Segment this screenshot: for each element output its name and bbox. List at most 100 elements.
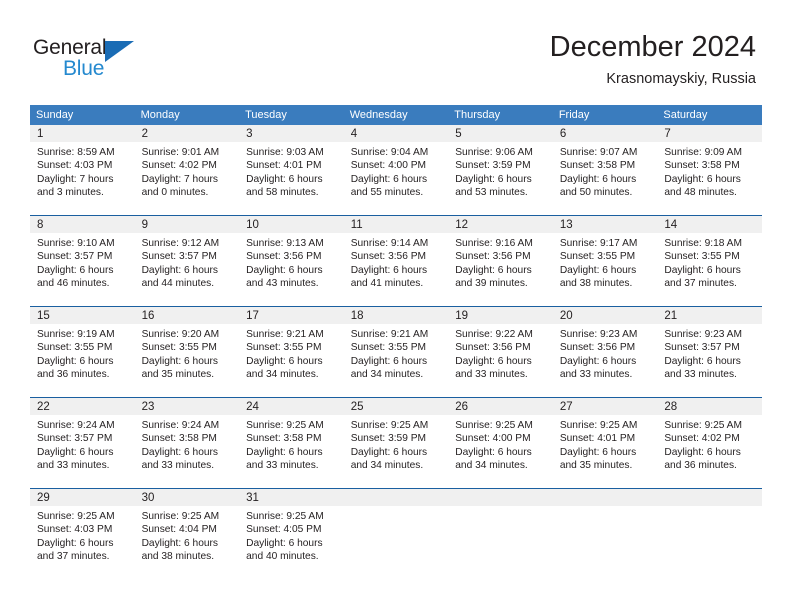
calendar-header-row: Sunday Monday Tuesday Wednesday Thursday Frid… <box>30 105 762 125</box>
weekday-header-sunday: Sunday <box>30 105 135 125</box>
sunrise-text: Sunrise: 9:19 AM <box>37 329 115 340</box>
day-number: 4 <box>343 125 449 142</box>
day-cell[interactable]: 7 Sunrise: 9:09 AM Sunset: 3:58 PM Daylight… <box>657 125 762 216</box>
logo-text-blue: Blue <box>63 57 105 80</box>
day-number: 22 <box>30 398 135 415</box>
sunset-text: Sunset: 4:00 PM <box>455 433 531 445</box>
sunset-text: Sunset: 3:56 PM <box>350 251 427 263</box>
daylight-text-line2: and 53 minutes. <box>455 187 528 199</box>
day-cell[interactable]: 1 Sunrise: 8:59 AM Sunset: 4:03 PM Daylight… <box>30 125 135 216</box>
day-number: 28 <box>657 398 762 415</box>
sunrise-text: Sunrise: 9:12 AM <box>141 238 220 249</box>
day-cell[interactable]: 8 Sunrise: 9:10 AM Sunset: 3:57 PM Daylight… <box>30 215 135 307</box>
daylight-text-line2: and 34 minutes. <box>350 369 424 381</box>
general-blue-logo[interactable]: General Blue <box>33 36 233 88</box>
day-cell[interactable]: 2 Sunrise: 9:01 AM Sunset: 4:02 PM Daylight… <box>134 125 240 216</box>
day-cell[interactable]: 18 Sunrise: 9:21 AM Sunset: 3:55 PM Dayligh… <box>343 306 449 398</box>
day-cell[interactable]: 10 Sunrise: 9:13 AM Sunset: 3:56 PM Dayligh… <box>239 215 344 307</box>
day-details: Sunrise: 9:25 AM Sunset: 4:03 PM Daylight:… <box>30 506 135 564</box>
calendar-week-row: 1 Sunrise: 8:59 AM Sunset: 4:03 PM Daylight… <box>30 125 762 216</box>
daylight-text-line2: and 40 minutes. <box>246 551 319 563</box>
day-details: Sunrise: 9:20 AM Sunset: 3:55 PM Daylight:… <box>135 324 240 382</box>
day-details: Sunrise: 9:25 AM Sunset: 4:00 PM Daylight:… <box>448 415 553 473</box>
day-cell[interactable]: 11 Sunrise: 9:14 AM Sunset: 3:56 PM Dayligh… <box>343 215 449 307</box>
day-details: Sunrise: 9:07 AM Sunset: 3:58 PM Daylight:… <box>553 142 658 200</box>
day-cell[interactable]: 29 Sunrise: 9:25 AM Sunset: 4:03 PM Dayligh… <box>30 488 135 579</box>
day-cell[interactable]: 5 Sunrise: 9:06 AM Sunset: 3:59 PM Daylight… <box>448 125 553 216</box>
day-cell[interactable]: 26 Sunrise: 9:25 AM Sunset: 4:00 PM Dayligh… <box>448 397 553 489</box>
daylight-text-line2: and 36 minutes. <box>664 460 737 472</box>
sunrise-text: Sunrise: 9:25 AM <box>455 420 533 431</box>
day-cell[interactable]: 23 Sunrise: 9:24 AM Sunset: 3:58 PM Dayligh… <box>134 397 240 489</box>
day-cell[interactable]: 19 Sunrise: 9:22 AM Sunset: 3:56 PM Dayligh… <box>448 306 553 398</box>
empty-day-cell <box>657 488 762 579</box>
day-number <box>343 489 449 506</box>
sunset-text: Sunset: 4:04 PM <box>141 524 217 536</box>
day-cell[interactable]: 16 Sunrise: 9:20 AM Sunset: 3:55 PM Dayligh… <box>134 306 240 398</box>
day-details: Sunrise: 9:17 AM Sunset: 3:55 PM Daylight:… <box>553 233 658 291</box>
sunrise-text: Sunrise: 9:24 AM <box>37 420 115 431</box>
daylight-text-line2: and 55 minutes. <box>350 187 424 199</box>
daylight-text-line1: Daylight: 6 hours <box>141 446 219 458</box>
day-cell[interactable]: 12 Sunrise: 9:16 AM Sunset: 3:56 PM Dayligh… <box>448 215 553 307</box>
sunset-text: Sunset: 4:02 PM <box>141 160 217 172</box>
calendar-week-row: 15 Sunrise: 9:19 AM Sunset: 3:55 PM Dayligh… <box>30 306 762 398</box>
sunrise-text: Sunrise: 9:24 AM <box>141 420 220 431</box>
day-cell[interactable]: 6 Sunrise: 9:07 AM Sunset: 3:58 PM Daylight… <box>552 125 658 216</box>
day-cell[interactable]: 14 Sunrise: 9:18 AM Sunset: 3:55 PM Dayligh… <box>657 215 762 307</box>
daylight-text-line2: and 33 minutes. <box>559 369 633 381</box>
day-cell[interactable]: 17 Sunrise: 9:21 AM Sunset: 3:55 PM Dayligh… <box>239 306 344 398</box>
day-cell[interactable]: 13 Sunrise: 9:17 AM Sunset: 3:55 PM Dayligh… <box>552 215 658 307</box>
sunrise-text: Sunrise: 9:25 AM <box>246 511 324 522</box>
daylight-text-line1: Daylight: 6 hours <box>559 264 637 276</box>
sunrise-text: Sunrise: 9:25 AM <box>141 511 220 522</box>
daylight-text-line1: Daylight: 7 hours <box>141 173 219 185</box>
day-number: 16 <box>134 307 240 324</box>
weekday-header-monday: Monday <box>134 105 240 125</box>
daylight-text-line2: and 35 minutes. <box>559 460 633 472</box>
day-cell[interactable]: 31 Sunrise: 9:25 AM Sunset: 4:05 PM Dayligh… <box>239 488 344 579</box>
empty-day-cell <box>552 488 658 579</box>
sunset-text: Sunset: 4:03 PM <box>37 160 113 172</box>
day-cell[interactable]: 28 Sunrise: 9:25 AM Sunset: 4:02 PM Dayligh… <box>657 397 762 489</box>
page-title: December 2024 <box>549 31 756 63</box>
sunrise-text: Sunrise: 9:13 AM <box>246 238 324 249</box>
sunrise-text: Sunrise: 9:25 AM <box>37 511 115 522</box>
day-cell[interactable]: 4 Sunrise: 9:04 AM Sunset: 4:00 PM Daylight… <box>343 125 449 216</box>
day-details: Sunrise: 9:18 AM Sunset: 3:55 PM Daylight:… <box>657 233 762 291</box>
day-number: 10 <box>239 216 344 233</box>
day-number: 30 <box>134 489 240 506</box>
day-cell[interactable]: 30 Sunrise: 9:25 AM Sunset: 4:04 PM Dayligh… <box>134 488 240 579</box>
day-cell[interactable]: 20 Sunrise: 9:23 AM Sunset: 3:56 PM Dayligh… <box>552 306 658 398</box>
day-cell[interactable]: 25 Sunrise: 9:25 AM Sunset: 3:59 PM Dayligh… <box>343 397 449 489</box>
day-cell[interactable]: 15 Sunrise: 9:19 AM Sunset: 3:55 PM Dayligh… <box>30 306 135 398</box>
day-cell[interactable]: 9 Sunrise: 9:12 AM Sunset: 3:57 PM Daylight… <box>134 215 240 307</box>
daylight-text-line2: and 48 minutes. <box>664 187 737 199</box>
weekday-header-thursday: Thursday <box>448 105 553 125</box>
daylight-text-line2: and 38 minutes. <box>141 551 215 563</box>
day-details: Sunrise: 9:16 AM Sunset: 3:56 PM Daylight:… <box>448 233 553 291</box>
day-details: Sunrise: 9:03 AM Sunset: 4:01 PM Daylight:… <box>239 142 344 200</box>
sunset-text: Sunset: 3:55 PM <box>350 342 427 354</box>
daylight-text-line1: Daylight: 6 hours <box>350 355 428 367</box>
weekday-header-friday: Friday <box>552 105 658 125</box>
sunrise-text: Sunrise: 8:59 AM <box>37 147 115 158</box>
empty-day-cell <box>448 488 553 579</box>
sunset-text: Sunset: 3:56 PM <box>246 251 322 263</box>
sunrise-text: Sunrise: 9:09 AM <box>664 147 742 158</box>
day-number: 17 <box>239 307 344 324</box>
sunset-text: Sunset: 3:57 PM <box>141 251 217 263</box>
day-cell[interactable]: 21 Sunrise: 9:23 AM Sunset: 3:57 PM Dayligh… <box>657 306 762 398</box>
daylight-text-line1: Daylight: 7 hours <box>37 173 114 185</box>
weekday-header-saturday: Saturday <box>657 105 762 125</box>
day-details: Sunrise: 9:24 AM Sunset: 3:57 PM Daylight:… <box>30 415 135 473</box>
daylight-text-line1: Daylight: 6 hours <box>141 355 219 367</box>
day-cell[interactable]: 22 Sunrise: 9:24 AM Sunset: 3:57 PM Dayligh… <box>30 397 135 489</box>
day-number: 6 <box>552 125 658 142</box>
day-cell[interactable]: 27 Sunrise: 9:25 AM Sunset: 4:01 PM Dayligh… <box>552 397 658 489</box>
day-cell[interactable]: 3 Sunrise: 9:03 AM Sunset: 4:01 PM Daylight… <box>239 125 344 216</box>
calendar-body: 1 Sunrise: 8:59 AM Sunset: 4:03 PM Daylight… <box>30 125 762 579</box>
day-cell[interactable]: 24 Sunrise: 9:25 AM Sunset: 3:58 PM Dayligh… <box>239 397 344 489</box>
sunrise-text: Sunrise: 9:18 AM <box>664 238 742 249</box>
day-number <box>448 489 553 506</box>
